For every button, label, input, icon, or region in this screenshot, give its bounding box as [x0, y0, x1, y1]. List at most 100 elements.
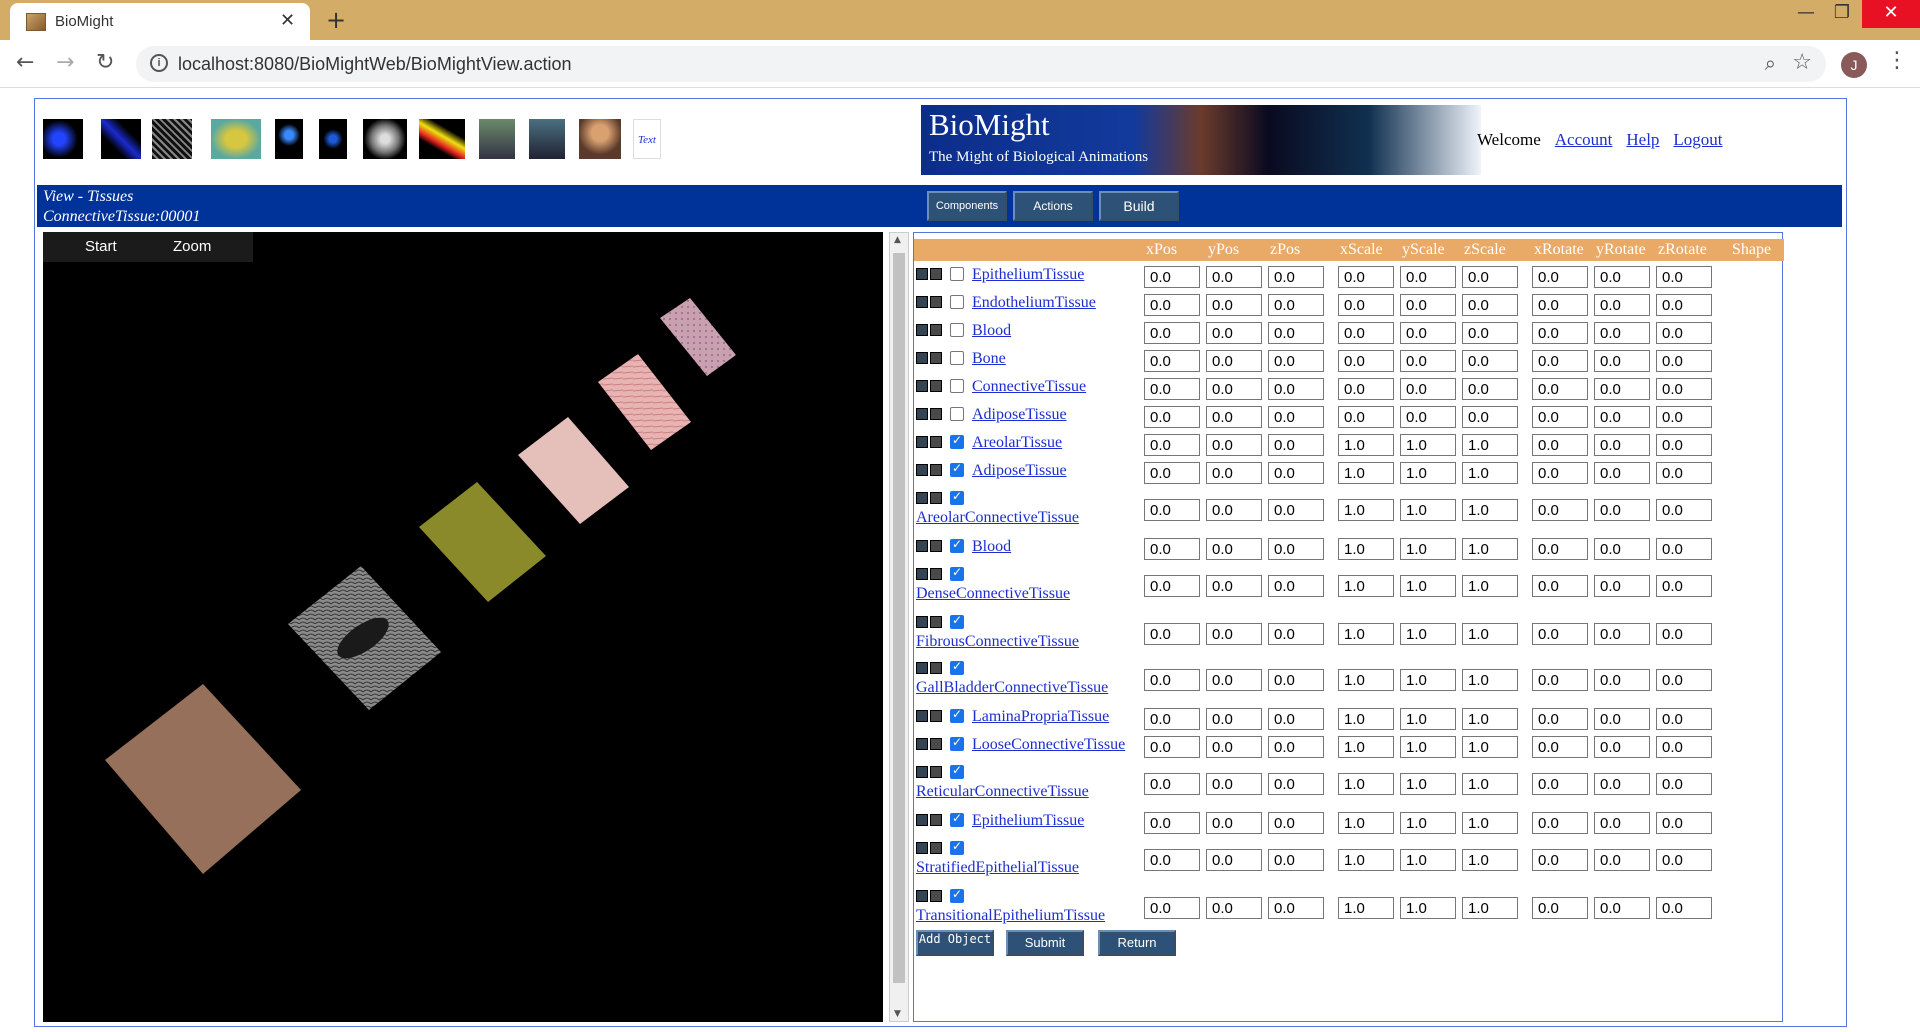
field-xrotate[interactable]: [1532, 499, 1588, 521]
body-icon[interactable]: [579, 119, 621, 159]
expand-icon[interactable]: [916, 842, 928, 854]
field-xrotate[interactable]: [1532, 462, 1588, 484]
row-checkbox[interactable]: [950, 839, 964, 855]
field-xpos[interactable]: [1144, 322, 1200, 344]
field-zrotate[interactable]: [1656, 462, 1712, 484]
url-text[interactable]: localhost:8080/BioMightWeb/BioMightView.…: [178, 54, 572, 75]
field-xpos[interactable]: [1144, 669, 1200, 691]
field-ypos[interactable]: [1206, 406, 1262, 428]
field-zpos[interactable]: [1268, 538, 1324, 560]
row-checkbox[interactable]: [950, 295, 964, 309]
field-yscale[interactable]: [1400, 294, 1456, 316]
field-xpos[interactable]: [1144, 736, 1200, 758]
field-ypos[interactable]: [1206, 669, 1262, 691]
field-xpos[interactable]: [1144, 623, 1200, 645]
field-zscale[interactable]: [1462, 623, 1518, 645]
profile-avatar[interactable]: J: [1841, 52, 1867, 78]
collapse-icon[interactable]: [930, 662, 942, 674]
field-xrotate[interactable]: [1532, 294, 1588, 316]
row-name-link[interactable]: ConnectiveTissue: [972, 378, 1086, 396]
row-checkbox[interactable]: [950, 351, 964, 365]
field-yscale[interactable]: [1400, 462, 1456, 484]
field-yscale[interactable]: [1400, 322, 1456, 344]
field-ypos[interactable]: [1206, 623, 1262, 645]
expand-icon[interactable]: [916, 492, 928, 504]
field-xpos[interactable]: [1144, 406, 1200, 428]
collapse-icon[interactable]: [930, 568, 942, 580]
expand-icon[interactable]: [916, 710, 928, 722]
field-yscale[interactable]: [1400, 499, 1456, 521]
expand-icon[interactable]: [916, 464, 928, 476]
field-ypos[interactable]: [1206, 708, 1262, 730]
window-close-icon[interactable]: ✕: [1862, 0, 1920, 28]
field-zscale[interactable]: [1462, 462, 1518, 484]
field-yscale[interactable]: [1400, 350, 1456, 372]
field-zrotate[interactable]: [1656, 350, 1712, 372]
cell-icon[interactable]: [211, 119, 261, 159]
field-xrotate[interactable]: [1532, 773, 1588, 795]
field-zscale[interactable]: [1462, 538, 1518, 560]
organ-icon[interactable]: [479, 119, 515, 159]
field-xpos[interactable]: [1144, 499, 1200, 521]
collapse-icon[interactable]: [930, 710, 942, 722]
field-ypos[interactable]: [1206, 499, 1262, 521]
field-yscale[interactable]: [1400, 434, 1456, 456]
expand-icon[interactable]: [916, 662, 928, 674]
tab-close-icon[interactable]: ✕: [280, 10, 295, 31]
field-yscale[interactable]: [1400, 849, 1456, 871]
row-name-link[interactable]: Bone: [972, 350, 1006, 368]
zoom-icon[interactable]: ⌕: [1765, 51, 1776, 75]
field-yrotate[interactable]: [1594, 575, 1650, 597]
field-yscale[interactable]: [1400, 623, 1456, 645]
field-zrotate[interactable]: [1656, 736, 1712, 758]
field-xrotate[interactable]: [1532, 812, 1588, 834]
field-zrotate[interactable]: [1656, 499, 1712, 521]
field-zscale[interactable]: [1462, 350, 1518, 372]
row-name-link[interactable]: EpitheliumTissue: [972, 812, 1084, 830]
field-yrotate[interactable]: [1594, 538, 1650, 560]
field-zrotate[interactable]: [1656, 434, 1712, 456]
field-xscale[interactable]: [1338, 812, 1394, 834]
row-checkbox[interactable]: [950, 763, 964, 779]
expand-icon[interactable]: [916, 568, 928, 580]
collapse-icon[interactable]: [930, 464, 942, 476]
field-xscale[interactable]: [1338, 773, 1394, 795]
collapse-icon[interactable]: [930, 268, 942, 280]
molecule-icon[interactable]: [43, 119, 83, 159]
field-xrotate[interactable]: [1532, 538, 1588, 560]
field-yscale[interactable]: [1400, 736, 1456, 758]
expand-icon[interactable]: [916, 408, 928, 420]
field-xscale[interactable]: [1338, 378, 1394, 400]
chromosome-icon[interactable]: [319, 119, 347, 159]
field-ypos[interactable]: [1206, 812, 1262, 834]
row-checkbox[interactable]: [950, 659, 964, 675]
field-zpos[interactable]: [1268, 378, 1324, 400]
field-xscale[interactable]: [1338, 623, 1394, 645]
field-zpos[interactable]: [1268, 897, 1324, 919]
viewport-scrollbar[interactable]: ▲ ▼: [889, 232, 909, 1022]
collapse-icon[interactable]: [930, 738, 942, 750]
field-zscale[interactable]: [1462, 736, 1518, 758]
field-xscale[interactable]: [1338, 708, 1394, 730]
logout-link[interactable]: Logout: [1673, 130, 1722, 149]
browser-menu-icon[interactable]: ⋮: [1886, 48, 1908, 73]
submit-button[interactable]: Submit: [1006, 930, 1084, 956]
expand-icon[interactable]: [916, 436, 928, 448]
restore-icon[interactable]: ❐: [1822, 2, 1862, 23]
row-checkbox[interactable]: [950, 565, 964, 581]
field-xrotate[interactable]: [1532, 623, 1588, 645]
field-xrotate[interactable]: [1532, 669, 1588, 691]
expand-icon[interactable]: [916, 352, 928, 364]
field-xrotate[interactable]: [1532, 736, 1588, 758]
field-xscale[interactable]: [1338, 434, 1394, 456]
tissue-blocks-icon[interactable]: [419, 119, 465, 159]
new-tab-icon[interactable]: +: [326, 6, 346, 34]
field-zscale[interactable]: [1462, 812, 1518, 834]
field-xpos[interactable]: [1144, 294, 1200, 316]
expand-icon[interactable]: [916, 296, 928, 308]
field-zpos[interactable]: [1268, 350, 1324, 372]
field-yscale[interactable]: [1400, 575, 1456, 597]
field-zscale[interactable]: [1462, 378, 1518, 400]
field-ypos[interactable]: [1206, 434, 1262, 456]
field-yscale[interactable]: [1400, 897, 1456, 919]
